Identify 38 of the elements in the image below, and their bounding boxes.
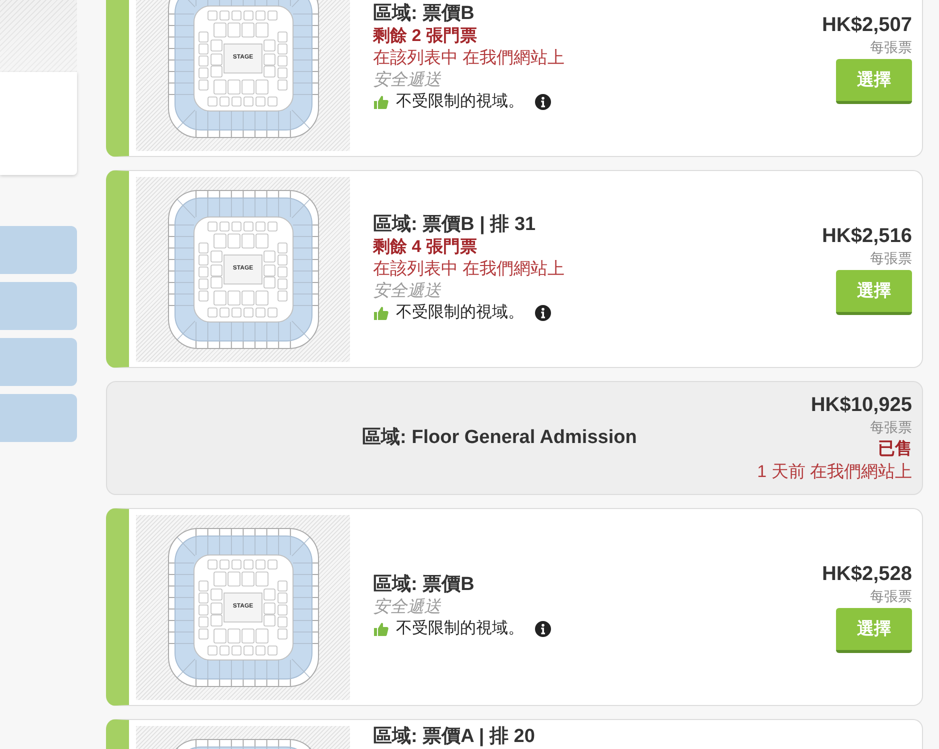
info-icon[interactable] [535, 305, 551, 321]
sidebar-button[interactable] [0, 338, 77, 386]
price-per-ticket: 每張票 [870, 38, 912, 56]
listing-note: 在該列表中 在我們網站上 [373, 47, 565, 69]
ticket-price: HK$2,516 [822, 224, 912, 248]
select-button[interactable]: 選擇 [836, 58, 912, 104]
select-button[interactable]: 選擇 [836, 270, 912, 314]
ticket-price: HK$2,528 [822, 562, 912, 586]
info-icon[interactable] [535, 621, 551, 637]
tickets-remaining: 剩餘 4 張門票 [373, 236, 477, 258]
listing-note: 在該列表中 在我們網站上 [373, 258, 565, 280]
select-button[interactable]: 選擇 [836, 608, 912, 652]
feature-text: 不受限制的視域。 [396, 302, 524, 323]
sidebar-button[interactable] [0, 394, 77, 442]
price-per-ticket: 每張票 [870, 586, 912, 606]
sidebar-button[interactable] [0, 282, 77, 330]
price-per-ticket: 每張票 [870, 418, 912, 437]
tickets-remaining: 剩餘 2 張門票 [373, 25, 477, 47]
delivery-note: 安全遞送 [373, 280, 441, 302]
zone-title: 區域: 票價B | 排 31 [373, 214, 536, 236]
sidebar-button[interactable] [0, 226, 77, 274]
zone-title: 區域: Floor General Admission [362, 427, 637, 449]
thumbs-up-icon [373, 621, 389, 637]
price-per-ticket: 每張票 [870, 248, 912, 268]
zone-title: 區域: 票價B [373, 3, 474, 25]
zone-title: 區域: 票價B [373, 574, 474, 596]
ticket-price: HK$10,925 [810, 393, 912, 417]
sold-status: 已售 [878, 438, 912, 460]
feature-text: 不受限制的視域。 [396, 92, 524, 112]
thumbs-up-icon [373, 305, 389, 321]
ticket-price: HK$2,507 [822, 12, 912, 36]
info-icon[interactable] [535, 94, 551, 110]
feature-text: 不受限制的視域。 [396, 618, 524, 639]
delivery-note: 安全遞送 [373, 69, 441, 91]
sold-note: 1 天前 在我們網站上 [757, 461, 912, 483]
delivery-note: 安全遞送 [373, 596, 441, 618]
thumbs-up-icon [373, 94, 389, 110]
zone-title: 區域: 票價A | 排 20 [373, 726, 535, 748]
